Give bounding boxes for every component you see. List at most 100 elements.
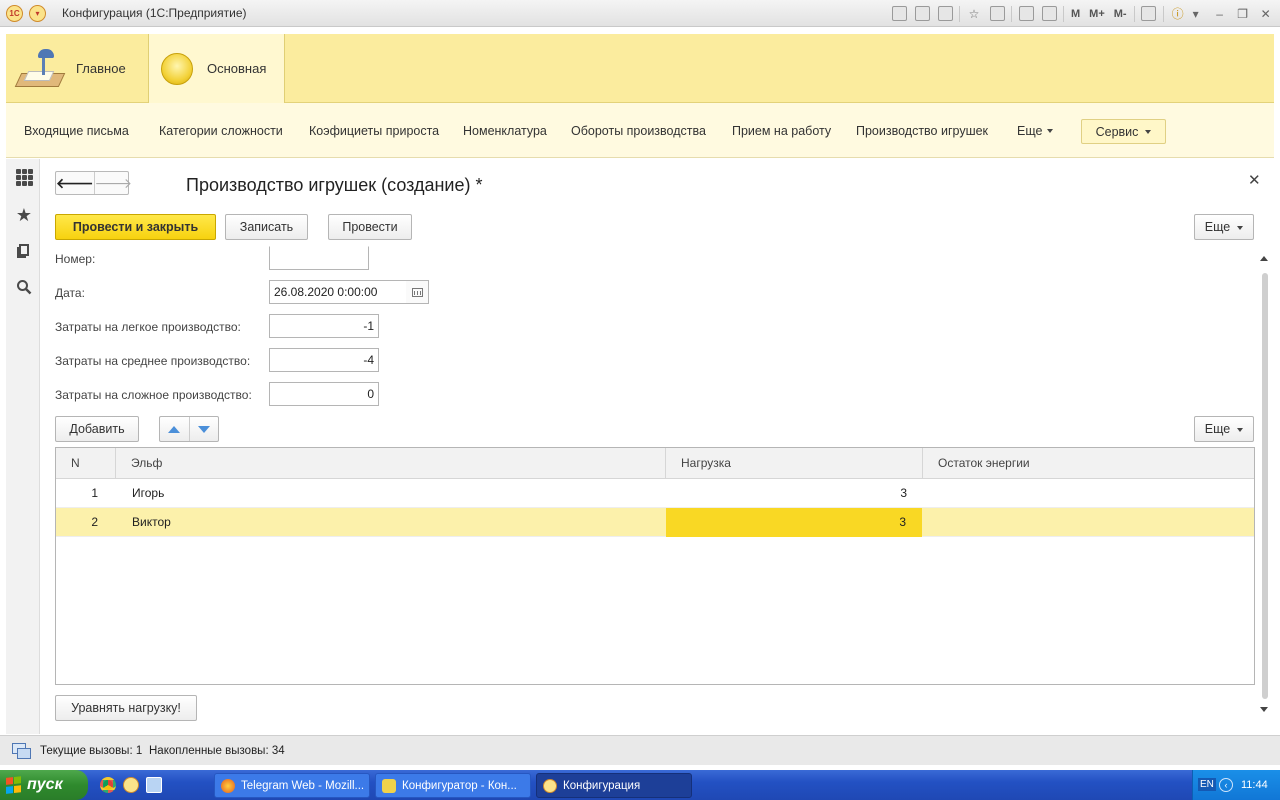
task-telegram[interactable]: Telegram Web - Mozill...: [214, 773, 370, 798]
date-field[interactable]: 26.08.2020 0:00:00: [269, 280, 407, 304]
print-icon[interactable]: [913, 5, 931, 23]
history-icon[interactable]: [988, 5, 1006, 23]
nav-more-dropdown[interactable]: Еще: [1017, 124, 1053, 138]
1c-quicklaunch-icon[interactable]: [123, 777, 139, 793]
equalize-load-button[interactable]: Уравнять нагрузку!: [55, 695, 197, 721]
arrow-up-icon: [168, 425, 181, 433]
status-bar: Текущие вызовы: 1 Накопленные вызовы: 34: [0, 735, 1280, 765]
start-button[interactable]: пуск: [0, 770, 88, 800]
section-basic[interactable]: Основная: [148, 34, 285, 103]
server-calls-icon[interactable]: [12, 743, 31, 759]
table-row-selected[interactable]: 2 Виктор 3: [56, 508, 1254, 537]
calculator-icon[interactable]: [1017, 5, 1035, 23]
table-more-dropdown[interactable]: Еще: [1194, 416, 1254, 442]
hard-cost-label: Затраты на сложное производство:: [55, 388, 252, 402]
table-more-label: Еще: [1204, 422, 1231, 436]
windows-flag-icon: [6, 776, 22, 794]
column-header-n[interactable]: N: [56, 448, 116, 479]
row-load-current-cell[interactable]: 3: [666, 508, 922, 537]
move-down-button[interactable]: [190, 417, 219, 441]
section-main[interactable]: Главное: [14, 34, 147, 103]
post-button[interactable]: Провести: [328, 214, 412, 240]
favorites-star-icon[interactable]: ★: [14, 205, 34, 225]
form-more-dropdown[interactable]: Еще: [1194, 214, 1254, 240]
section-main-label: Главное: [76, 61, 126, 76]
medium-cost-field[interactable]: -4: [269, 348, 379, 372]
desktop-icon[interactable]: [146, 777, 162, 793]
memory-button[interactable]: M: [1069, 5, 1082, 23]
move-up-button[interactable]: [160, 417, 190, 441]
tray-expand-icon[interactable]: ‹: [1219, 778, 1233, 792]
row-energy: [923, 508, 1254, 537]
task-configuration[interactable]: Конфигурация: [536, 773, 692, 798]
calendar-icon: [411, 287, 423, 297]
post-and-close-button[interactable]: Провести и закрыть: [55, 214, 216, 240]
title-toolbar: ☆ M M+ M- ⓘ ▾ – ❐ ✕: [890, 4, 1280, 23]
language-indicator[interactable]: EN: [1198, 778, 1216, 791]
memory-minus-button[interactable]: M-: [1112, 5, 1129, 23]
nav-complexity-categories[interactable]: Категории сложности: [159, 124, 283, 138]
current-calls: Текущие вызовы: 1: [40, 745, 143, 757]
column-header-elf[interactable]: Эльф: [116, 448, 666, 479]
preview-icon[interactable]: [936, 5, 954, 23]
row-number: 2: [91, 515, 98, 529]
nav-production-turnover[interactable]: Обороты производства: [571, 124, 706, 138]
close-window-icon[interactable]: ✕: [1257, 5, 1275, 23]
memory-plus-button[interactable]: M+: [1087, 5, 1107, 23]
nav-growth-coefficients[interactable]: Коэфициеты прироста: [309, 124, 439, 138]
system-tray: EN ‹ 11:44: [1192, 770, 1280, 800]
desk-lamp-icon: [14, 47, 66, 91]
number-label: Номер:: [55, 252, 96, 266]
number-field[interactable]: [269, 246, 369, 270]
minimize-icon[interactable]: –: [1211, 5, 1229, 23]
nav-incoming-letters[interactable]: Входящие письма: [24, 124, 129, 138]
date-label: Дата:: [55, 286, 85, 300]
section-basic-label: Основная: [207, 61, 267, 76]
forward-arrow-icon[interactable]: 🡒: [95, 172, 133, 194]
all-functions-icon[interactable]: [14, 167, 34, 187]
windows-taskbar: пуск Telegram Web - Mozill... Конфигурат…: [0, 770, 1280, 800]
scroll-up-arrow-icon[interactable]: [1260, 256, 1268, 261]
panels-icon[interactable]: [1140, 5, 1158, 23]
history-icon[interactable]: [14, 241, 34, 261]
info-menu-chevron-icon[interactable]: ▾: [1192, 5, 1200, 23]
left-sidebar: ★: [6, 159, 40, 734]
nav-nomenclature[interactable]: Номенклатура: [463, 124, 547, 138]
info-icon[interactable]: ⓘ: [1169, 5, 1187, 23]
medium-cost-label: Затраты на среднее производство:: [55, 354, 251, 368]
vertical-scrollbar[interactable]: [1262, 273, 1268, 699]
window-title-bar: 1C ▾ Конфигурация (1С:Предприятие) ☆ M M…: [0, 0, 1280, 27]
favorites-icon[interactable]: ☆: [965, 5, 983, 23]
app-logo-icon[interactable]: 1C: [6, 5, 23, 22]
column-header-energy[interactable]: Остаток энергии: [923, 448, 1254, 479]
calendar-picker-button[interactable]: [406, 280, 429, 304]
save-icon[interactable]: [890, 5, 908, 23]
chrome-icon[interactable]: [100, 777, 116, 793]
close-form-icon[interactable]: ✕: [1248, 171, 1261, 189]
task-telegram-label: Telegram Web - Mozill...: [241, 779, 365, 792]
nav-toy-production[interactable]: Производство игрушек: [856, 124, 988, 138]
history-nav-buttons: 🡐 🡒: [55, 171, 132, 195]
row-number: 1: [91, 486, 98, 500]
task-configurator[interactable]: Конфигуратор - Кон...: [375, 773, 531, 798]
service-dropdown[interactable]: Сервис: [1081, 119, 1166, 144]
back-arrow-icon[interactable]: 🡐: [56, 172, 95, 194]
add-row-button[interactable]: Добавить: [55, 416, 139, 442]
start-label: пуск: [27, 776, 63, 793]
table-row[interactable]: 1 Игорь 3: [56, 479, 1254, 508]
search-icon[interactable]: [14, 277, 34, 297]
task-configuration-label: Конфигурация: [563, 779, 641, 792]
calendar-icon[interactable]: [1040, 5, 1058, 23]
column-header-load[interactable]: Нагрузка: [666, 448, 923, 479]
1c-app-icon: [543, 778, 557, 793]
restore-icon[interactable]: ❐: [1234, 5, 1252, 23]
scroll-down-arrow-icon[interactable]: [1260, 707, 1268, 712]
row-load: 3: [900, 486, 907, 500]
nav-hiring[interactable]: Прием на работу: [732, 124, 831, 138]
task-configurator-label: Конфигуратор - Кон...: [402, 779, 517, 792]
app-menu-chevron-icon[interactable]: ▾: [29, 5, 46, 22]
easy-cost-field[interactable]: -1: [269, 314, 379, 338]
sections-panel: Главное Основная: [6, 34, 1274, 103]
save-button[interactable]: Записать: [225, 214, 308, 240]
hard-cost-field[interactable]: 0: [269, 382, 379, 406]
